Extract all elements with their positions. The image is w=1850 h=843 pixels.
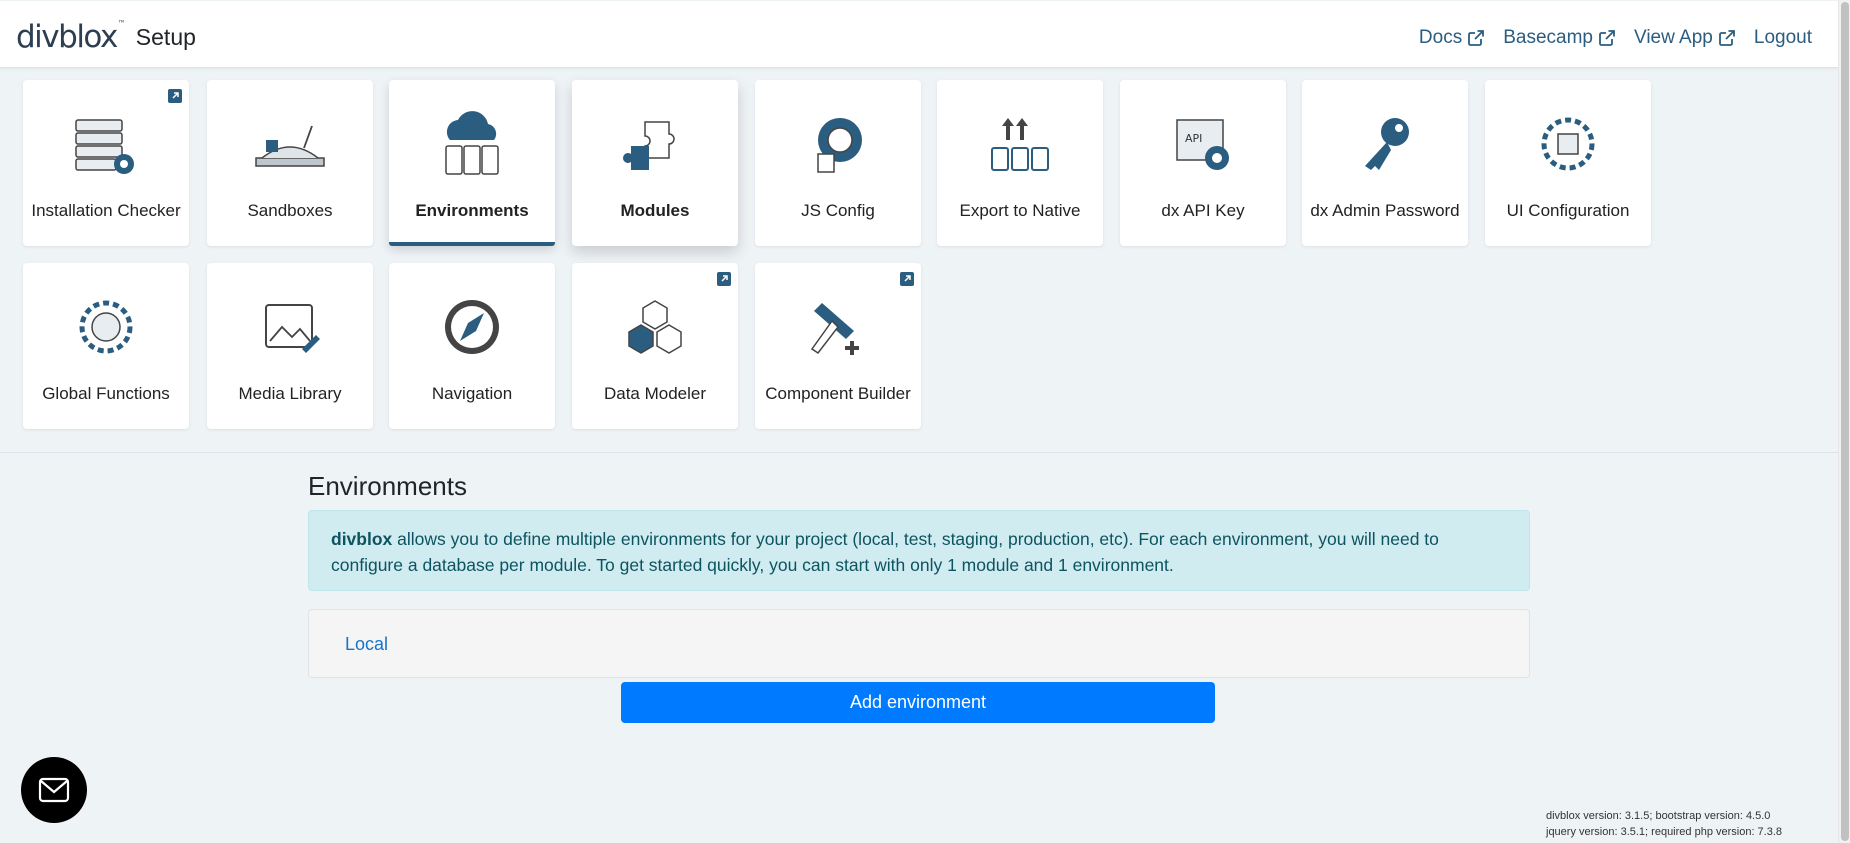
nav-link-logout[interactable]: Logout (1754, 27, 1812, 49)
nav-link-docs[interactable]: Docs (1419, 27, 1485, 49)
tile-dx-admin-password[interactable]: dx Admin Password (1302, 80, 1468, 246)
svg-text:API: API (1185, 132, 1202, 145)
compass-icon (445, 300, 499, 354)
alert-text: allows you to define multiple environmen… (331, 529, 1439, 575)
active-indicator (389, 242, 555, 246)
nav-link-view-app[interactable]: View App (1634, 27, 1735, 49)
alert-brand: divblox (331, 529, 393, 549)
ui-gear-icon (1541, 117, 1595, 171)
api-gear-icon: API (1176, 119, 1229, 170)
cloud-servers-icon (445, 111, 499, 175)
tile-label: dx Admin Password (1310, 201, 1460, 220)
external-link-icon (168, 89, 182, 103)
brand-title: Setup (135, 23, 196, 50)
section-title: Environments (308, 471, 467, 501)
key-icon (1365, 118, 1409, 170)
envelope-icon (38, 777, 70, 803)
tile-global-functions[interactable]: Global Functions (23, 263, 189, 429)
tile-environments[interactable]: Environments (389, 80, 555, 246)
tile-label: Modules (620, 201, 690, 220)
vertical-scrollbar[interactable] (1838, 0, 1850, 843)
tile-installation-checker[interactable]: Installation Checker (23, 80, 189, 246)
external-link-icon (717, 272, 731, 286)
version-footer: divblox version: 3.1.5; bootstrap versio… (1546, 808, 1782, 840)
tile-ui-configuration[interactable]: UI Configuration (1485, 80, 1651, 246)
tile-js-config[interactable]: JS Config (755, 80, 921, 246)
info-alert: divblox allows you to define multiple en… (308, 510, 1530, 591)
tile-label: Data Modeler (603, 384, 707, 403)
tile-dx-api-key[interactable]: API dx API Key (1120, 80, 1286, 246)
tile-label: Environments (415, 201, 529, 220)
external-link-icon (1468, 30, 1485, 46)
hammer-plus-icon (810, 303, 859, 355)
environment-item-local[interactable]: Local (345, 634, 388, 655)
tile-label: JS Config (801, 201, 875, 220)
tile-label: dx API Key (1161, 201, 1245, 220)
external-link-icon (900, 272, 914, 286)
tile-media-library[interactable]: Media Library (207, 263, 373, 429)
chat-button[interactable] (21, 757, 87, 823)
tile-label: Sandboxes (247, 201, 333, 220)
tile-modules[interactable]: Modules (572, 80, 738, 246)
tile-label: Component Builder (765, 384, 911, 403)
tile-label: Navigation (431, 384, 513, 403)
tile-component-builder[interactable]: Component Builder (755, 263, 921, 429)
divblox-logo: divblox™ (16, 19, 126, 55)
puzzle-icon (623, 121, 675, 170)
export-icon (991, 118, 1049, 171)
server-gear-icon (75, 119, 134, 174)
tile-label: Export to Native (959, 201, 1081, 220)
cubes-icon (628, 300, 682, 354)
section-divider (0, 452, 1838, 453)
gear-wrench-icon (817, 118, 862, 173)
tile-label: UI Configuration (1506, 201, 1630, 220)
external-link-icon (1599, 30, 1615, 46)
image-edit-icon (265, 304, 320, 353)
tile-label: Media Library (238, 384, 342, 403)
external-link-icon (1718, 30, 1735, 46)
tile-data-modeler[interactable]: Data Modeler (572, 263, 738, 429)
top-navbar: divblox™ Setup Docs Basecamp View App Lo… (0, 1, 1838, 68)
tile-label: Global Functions (42, 384, 170, 403)
tile-sandboxes[interactable]: Sandboxes (207, 80, 373, 246)
tile-navigation[interactable]: Navigation (389, 263, 555, 429)
footer-line: jquery version: 3.5.1; required php vers… (1546, 826, 1783, 838)
nav-link-basecamp[interactable]: Basecamp (1503, 27, 1615, 49)
add-environment-button[interactable]: Add environment (621, 682, 1215, 723)
brand[interactable]: divblox™ Setup (16, 19, 196, 55)
tile-export-to-native[interactable]: Export to Native (937, 80, 1103, 246)
footer-line: divblox version: 3.1.5; bootstrap versio… (1546, 810, 1771, 822)
tile-label: Installation Checker (31, 201, 181, 220)
environment-list: Local (308, 609, 1530, 678)
scrollbar-thumb[interactable] (1841, 2, 1849, 841)
sandbox-icon (255, 125, 325, 167)
nav-links: Docs Basecamp View App Logout (1400, 27, 1812, 49)
globe-gear-icon (79, 300, 133, 354)
